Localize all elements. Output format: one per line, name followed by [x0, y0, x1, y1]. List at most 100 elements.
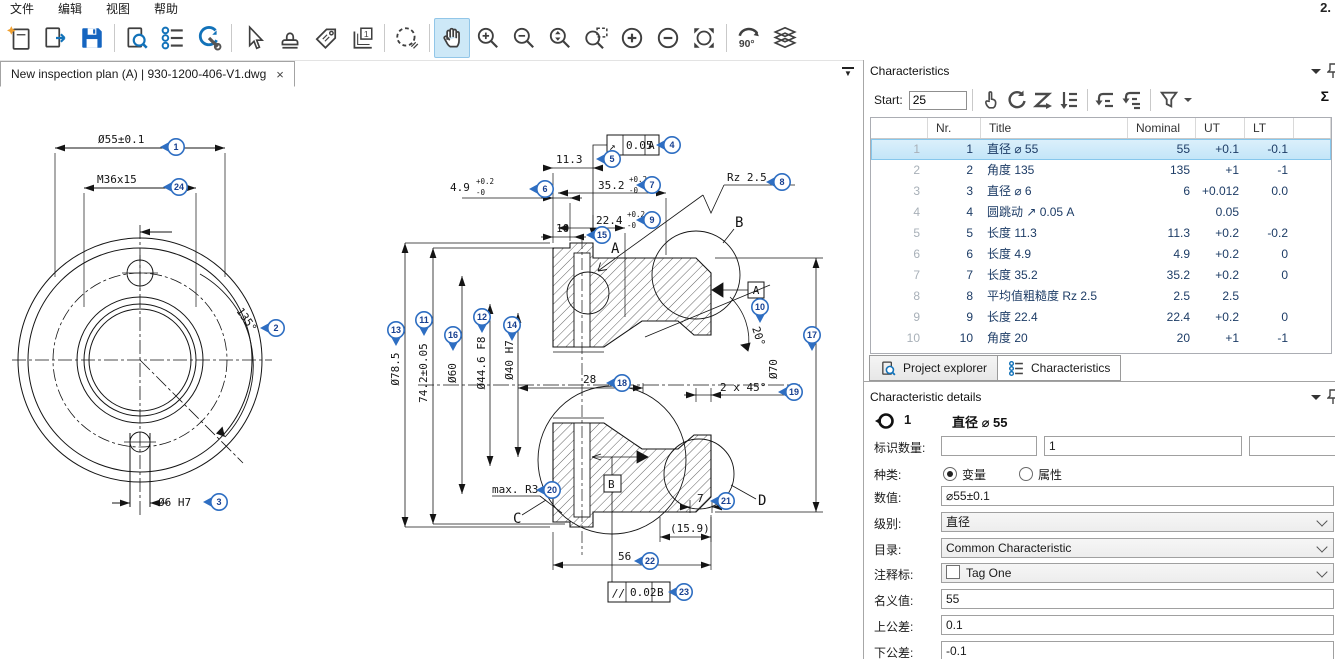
table-cell[interactable]: 11.3	[1128, 223, 1196, 244]
table-cell[interactable]: 0	[1245, 244, 1294, 265]
table-cell[interactable]: +0.1	[1196, 139, 1245, 160]
table-cell[interactable]: 135	[1128, 160, 1196, 181]
table-cell[interactable]: 长度 4.9	[981, 244, 1128, 265]
table-row[interactable]: 77长度 35.235.2+0.20	[871, 265, 1331, 286]
level-dropdown[interactable]: 直径	[941, 512, 1334, 532]
table-cell[interactable]: 2	[928, 160, 981, 181]
table-cell[interactable]: 6	[928, 244, 981, 265]
table-cell[interactable]: 角度 20	[981, 328, 1128, 349]
zoom-window-button[interactable]	[578, 18, 614, 58]
dashed-circle-button[interactable]	[389, 18, 425, 58]
select-tool-button[interactable]	[236, 18, 272, 58]
table-cell[interactable]: 直径 ⌀ 55	[981, 139, 1128, 160]
open-document-button[interactable]	[38, 18, 74, 58]
table-cell[interactable]: 长度 22.4	[981, 307, 1128, 328]
table-cell[interactable]: 2	[871, 160, 928, 181]
balloon-24[interactable]: 24	[163, 179, 187, 195]
balloon-6[interactable]: 6	[529, 181, 553, 197]
table-cell[interactable]: 0.05	[1196, 202, 1245, 223]
table-cell[interactable]: 1	[928, 139, 981, 160]
table-cell[interactable]: 直径 ⌀ 6	[981, 181, 1128, 202]
reroute-start-icon[interactable]	[1093, 87, 1119, 113]
filter-icon[interactable]	[1156, 87, 1182, 113]
table-cell[interactable]	[1128, 202, 1196, 223]
table-cell[interactable]: 3	[928, 181, 981, 202]
details-menu-caret-icon[interactable]	[1311, 395, 1321, 400]
table-cell[interactable]: -1	[1245, 328, 1294, 349]
checkbox-unchecked-icon[interactable]	[946, 565, 960, 579]
balloon-18[interactable]: 18	[606, 375, 630, 391]
table-cell[interactable]	[1294, 286, 1331, 307]
table-cell[interactable]: 6	[1128, 181, 1196, 202]
table-cell[interactable]: 9	[928, 307, 981, 328]
kind-radio-variable[interactable]: 变量	[943, 466, 986, 483]
reroute-all-icon[interactable]	[1119, 87, 1145, 113]
balloon-23[interactable]: 23	[668, 584, 692, 600]
nominal-input[interactable]: 55	[941, 589, 1334, 609]
table-cell[interactable]: 22.4	[1128, 307, 1196, 328]
balloon-4[interactable]: 4	[656, 137, 680, 153]
zoom-vertical-fit-button[interactable]	[542, 18, 578, 58]
zoom-in-button[interactable]	[470, 18, 506, 58]
table-cell[interactable]	[1294, 160, 1331, 181]
col-lt[interactable]: LT	[1245, 118, 1294, 138]
table-cell[interactable]: 0.0	[1245, 181, 1294, 202]
table-cell[interactable]	[1294, 307, 1331, 328]
table-cell[interactable]: 10	[871, 328, 928, 349]
table-cell[interactable]: -1	[1245, 160, 1294, 181]
table-cell[interactable]: 4	[871, 202, 928, 223]
rotate-renumber-icon[interactable]	[1004, 87, 1030, 113]
col-title[interactable]: Title	[981, 118, 1128, 138]
tab-list-dropdown-icon[interactable]: ▼	[842, 67, 854, 78]
drawing-area[interactable]: Ø55±0.1 M36x15 135° Ø6 H7	[0, 85, 862, 659]
balloon-16[interactable]: 16	[445, 327, 461, 351]
table-cell[interactable]: +1	[1196, 160, 1245, 181]
sort-list-icon[interactable]	[1056, 87, 1082, 113]
stamp-tool-button[interactable]	[272, 18, 308, 58]
menu-edit[interactable]: 编辑	[58, 0, 82, 17]
tag-dropdown[interactable]: Tag One	[941, 563, 1334, 583]
table-row[interactable]: 11直径 ⌀ 5555+0.1-0.1	[871, 139, 1331, 160]
balloon-2[interactable]: 2	[260, 320, 284, 336]
table-cell[interactable]	[1294, 223, 1331, 244]
balloon-19[interactable]: 19	[778, 384, 802, 400]
table-cell[interactable]: 4	[928, 202, 981, 223]
details-pin-icon[interactable]	[1327, 389, 1335, 405]
table-cell[interactable]: 7	[871, 265, 928, 286]
id-qty-input-3[interactable]	[1249, 436, 1335, 456]
zoom-out-button[interactable]	[506, 18, 542, 58]
table-cell[interactable]: 0	[1245, 265, 1294, 286]
value-input[interactable]: ⌀55±0.1	[941, 486, 1334, 506]
settings-button[interactable]	[191, 18, 227, 58]
table-row[interactable]: 44圆跳动 ↗ 0.05 A0.05	[871, 202, 1331, 223]
col-nominal[interactable]: Nominal	[1128, 118, 1196, 138]
pin-icon[interactable]	[1327, 63, 1335, 79]
table-cell[interactable]: 55	[1128, 139, 1196, 160]
table-cell[interactable]: 1	[871, 139, 928, 160]
sigma-summary[interactable]: Σ	[1321, 88, 1329, 104]
pan-hand-button[interactable]	[434, 18, 470, 58]
balloon-3[interactable]: 3	[203, 494, 227, 510]
characteristics-table[interactable]: Nr. Title Nominal UT LT 11直径 ⌀ 5555+0.1-…	[870, 117, 1332, 354]
tag-tool-button[interactable]	[308, 18, 344, 58]
table-row[interactable]: 22角度 135135+1-1	[871, 160, 1331, 181]
catalog-dropdown[interactable]: Common Characteristic	[941, 538, 1334, 558]
minus-circle-button[interactable]	[650, 18, 686, 58]
balloon-12[interactable]: 12	[474, 309, 490, 333]
balloon-15[interactable]: 15	[586, 227, 610, 243]
table-cell[interactable]: 2.5	[1128, 286, 1196, 307]
col-nr[interactable]: Nr.	[928, 118, 981, 138]
table-cell[interactable]: +0.012	[1196, 181, 1245, 202]
col-ut[interactable]: UT	[1196, 118, 1245, 138]
balloon-1[interactable]: 1	[160, 139, 184, 155]
table-cell[interactable]: 角度 135	[981, 160, 1128, 181]
document-tab[interactable]: New inspection plan (A) | 930-1200-406-V…	[0, 61, 295, 87]
menu-file[interactable]: 文件	[10, 0, 34, 17]
table-cell[interactable]: 7	[928, 265, 981, 286]
table-row[interactable]: 55长度 11.311.3+0.2-0.2	[871, 223, 1331, 244]
table-cell[interactable]: 6	[871, 244, 928, 265]
kind-radio-attribute[interactable]: 属性	[1019, 466, 1062, 483]
table-cell[interactable]: 35.2	[1128, 265, 1196, 286]
balloon-10[interactable]: 10	[752, 299, 768, 323]
table-cell[interactable]: 8	[871, 286, 928, 307]
